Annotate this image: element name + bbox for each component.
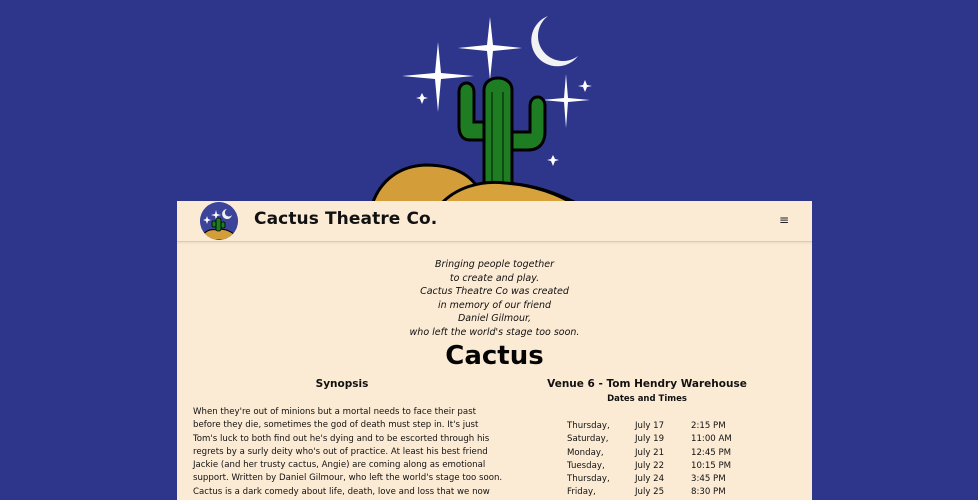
navbar: Cactus Theatre Co. ≡ [177, 201, 812, 242]
performance-date: July 17 [635, 421, 665, 431]
performance-row: Tuesday, July 22 10:15 PM [567, 460, 747, 473]
tagline-line: who left the world's stage too soon. [409, 326, 580, 338]
performance-date: July 25 [635, 487, 665, 498]
performance-date: July 21 [635, 447, 665, 458]
cactus-icon [457, 76, 547, 197]
show-title: Cactus [445, 341, 544, 371]
performance-time: 8:30 PM [691, 487, 726, 498]
tagline-line: Daniel Gilmour, [457, 313, 532, 324]
performance-time: 11:00 AM [691, 434, 732, 445]
brand-title[interactable]: Cactus Theatre Co. [254, 209, 437, 229]
performance-time: 12:45 PM [691, 447, 732, 458]
performance-date: July 22 [635, 460, 665, 471]
performance-time: 3:45 PM [691, 474, 726, 485]
hamburger-menu-icon[interactable]: ≡ [777, 213, 791, 227]
tagline-line: Cactus Theatre Co was created [420, 286, 569, 297]
performance-schedule: Thursday, July 17 2:15 PM Saturday, July… [567, 420, 747, 500]
tagline-line: to create and play. [449, 272, 540, 284]
dates-times-heading: Dates and Times [607, 394, 687, 404]
moon-icon [531, 16, 578, 67]
performance-day: Thursday, [567, 474, 610, 485]
synopsis-line: Cactus is a dark comedy about life, deat… [193, 486, 490, 497]
synopsis-heading: Synopsis [315, 378, 369, 390]
hero-illustration [0, 0, 978, 207]
synopsis-line: Tom's luck to both find out he's dying a… [193, 433, 490, 444]
performance-time: 2:15 PM [691, 421, 726, 431]
synopsis-line: Jackie (and her trusty cactus, Angie) ar… [193, 460, 486, 471]
synopsis-line: When they're out of minions but a mortal… [193, 407, 476, 417]
performance-row: Friday, July 25 8:30 PM [567, 486, 747, 499]
performance-day: Thursday, [567, 421, 610, 431]
tagline-line: Bringing people together [435, 259, 554, 270]
synopsis-line: support. Written by Daniel Gilmour, who … [193, 473, 503, 484]
performance-day: Tuesday, [567, 460, 605, 471]
content-panel: Cactus Theatre Co. ≡ Bringing people tog… [177, 201, 812, 500]
performance-day: Monday, [567, 447, 604, 458]
performance-day: Saturday, [567, 434, 609, 445]
performance-date: July 19 [635, 434, 665, 445]
performance-row: Monday, July 21 12:45 PM [567, 447, 747, 460]
performance-date: July 24 [635, 474, 665, 485]
performance-time: 10:15 PM [691, 460, 732, 471]
tagline: Bringing people together to create and p… [177, 258, 812, 339]
synopsis-line: before they die, sometimes the god of de… [193, 420, 479, 431]
logo-icon[interactable] [200, 202, 238, 240]
performance-row: Thursday, July 17 2:15 PM [567, 420, 747, 433]
synopsis-line: regrets by a surly deity who's out of pr… [193, 446, 488, 457]
performance-row: Thursday, July 24 3:45 PM [567, 473, 747, 486]
performance-row: Saturday, July 19 11:00 AM [567, 433, 747, 446]
synopsis-text: When they're out of minions but a mortal… [193, 406, 503, 499]
venue-heading: Venue 6 - Tom Hendry Warehouse [547, 378, 747, 390]
tagline-line: in memory of our friend [437, 299, 552, 311]
performance-day: Friday, [567, 487, 596, 498]
